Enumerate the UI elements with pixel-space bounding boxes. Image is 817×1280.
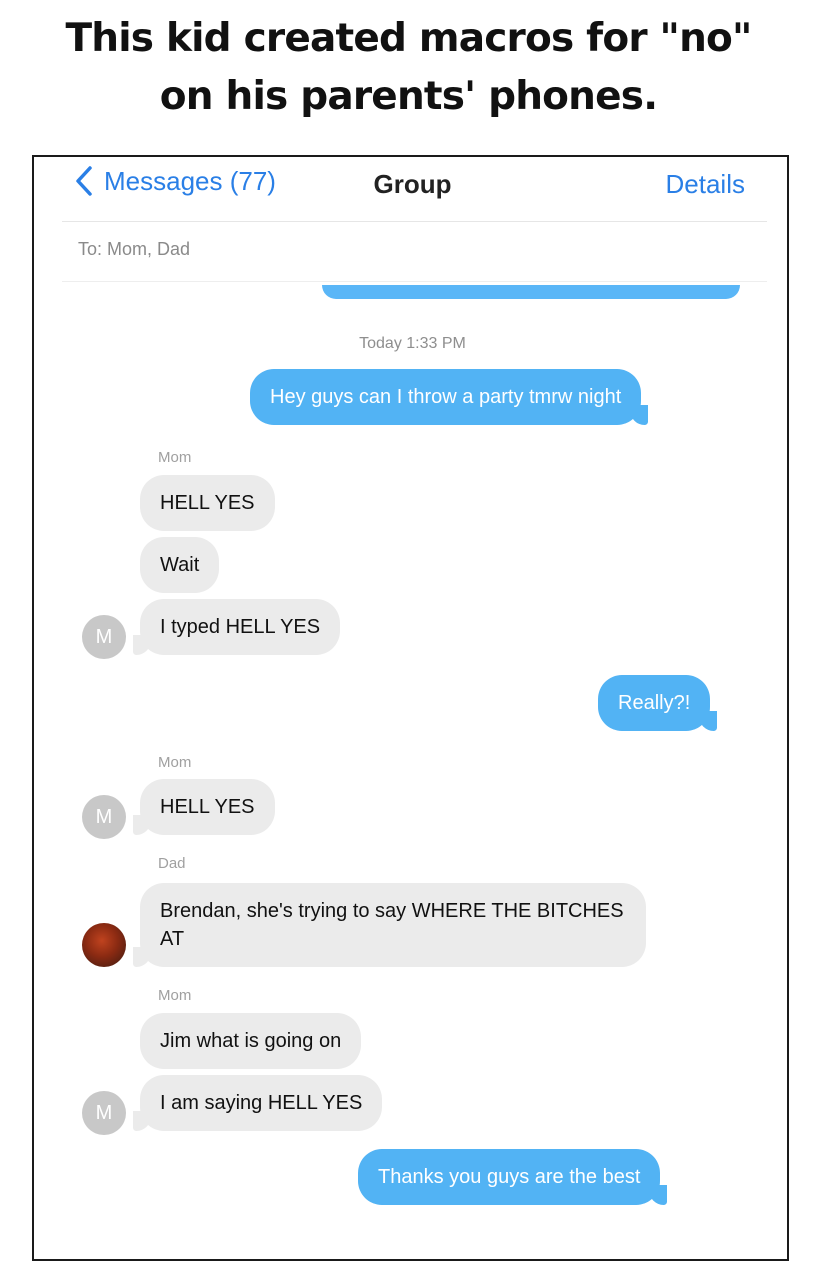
post-caption: This kid created macros for "no" on his … (0, 10, 817, 126)
navigation-bar: Messages (77) Group Details (34, 157, 787, 217)
message-bubble-incoming[interactable]: HELL YES (133, 779, 275, 835)
caption-line-1: This kid created macros for "no" (65, 16, 752, 61)
sender-label: Dad (158, 855, 186, 872)
messages-screen: Messages (77) Group Details To: Mom, Dad… (32, 155, 789, 1261)
message-bubble-incoming[interactable]: Wait (140, 537, 220, 593)
message-bubble-incoming[interactable]: Jim what is going on (140, 1013, 362, 1069)
message-bubble-incoming[interactable]: Brendan, she's trying to say WHERE THE B… (133, 883, 646, 967)
timestamp: Today 1:33 PM (359, 335, 466, 352)
details-button[interactable]: Details (666, 169, 745, 200)
message-bubble-incoming[interactable]: HELL YES (140, 475, 275, 531)
nav-divider (62, 221, 767, 222)
sender-label: Mom (158, 987, 192, 1004)
avatar[interactable]: M (82, 795, 126, 839)
message-bubble-incoming[interactable]: I am saying HELL YES (132, 1075, 383, 1131)
avatar-photo-icon[interactable] (82, 923, 126, 967)
recipients-divider (62, 281, 767, 282)
previous-message-bubble (322, 285, 740, 299)
message-bubble-outgoing[interactable]: Really?! (598, 675, 718, 731)
message-bubble-outgoing[interactable]: Hey guys can I throw a party tmrw night (250, 369, 649, 425)
message-bubble-incoming[interactable]: I typed HELL YES (132, 599, 341, 655)
sender-label: Mom (158, 754, 192, 771)
avatar[interactable]: M (82, 615, 126, 659)
avatar[interactable]: M (82, 1091, 126, 1135)
recipients-line: To: Mom, Dad (78, 239, 191, 259)
message-bubble-outgoing[interactable]: Thanks you guys are the best (358, 1149, 668, 1205)
caption-line-2: on his parents' phones. (159, 74, 658, 119)
sender-label: Mom (158, 449, 192, 466)
